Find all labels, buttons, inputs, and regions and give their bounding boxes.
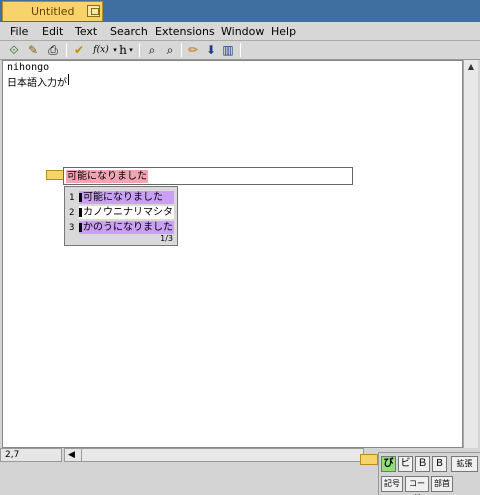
code-input-button[interactable]: コード [405, 476, 429, 495]
vertical-scrollbar[interactable]: ▲ [463, 60, 478, 448]
pencil-icon[interactable]: ✏ [186, 42, 200, 58]
menu-window[interactable]: Window [221, 25, 264, 38]
candidate-number: 1 [69, 193, 75, 203]
find-icon[interactable]: ⌕ [144, 42, 160, 58]
insert-icon[interactable]: ⬇ [204, 42, 218, 58]
menu-extensions[interactable]: Extensions [155, 25, 215, 38]
scroll-left-icon[interactable]: ◀ [68, 449, 75, 461]
candidate-number: 3 [69, 223, 75, 233]
candidate-item[interactable]: かのうになりました [79, 221, 174, 234]
ime-preedit-tag [46, 170, 64, 180]
menu-edit[interactable]: Edit [42, 25, 63, 38]
save-icon[interactable]: ✎ [24, 42, 42, 58]
radical-input-button[interactable]: 部首 [431, 476, 453, 492]
ime-palette-tag [360, 454, 378, 465]
candidate-marker [79, 193, 82, 202]
horizontal-scrollbar[interactable]: ◀ [64, 448, 364, 462]
text-cursor [68, 74, 69, 85]
scrollbar-divider [81, 449, 82, 461]
maximize-icon[interactable] [87, 5, 100, 17]
spellcheck-icon[interactable]: ✔ [72, 42, 86, 58]
toolbar-separator [139, 43, 140, 57]
print-icon[interactable]: ⎙ [45, 42, 61, 58]
chevron-down-icon[interactable]: ▾ [128, 42, 134, 58]
columns-icon[interactable]: ▥ [221, 42, 235, 58]
menu-search[interactable]: Search [110, 25, 148, 38]
text-editor[interactable]: nihongo 日本語入力が [2, 60, 463, 448]
menu-file[interactable]: File [10, 25, 28, 38]
menu-bar: File Edit Text Search Extensions Window … [0, 22, 480, 41]
candidate-number: 2 [69, 208, 75, 218]
menu-help[interactable]: Help [271, 25, 296, 38]
candidate-item[interactable]: カノウニナリマシタ [79, 206, 174, 219]
fullwidth-alpha-button[interactable]: Ｂ [415, 456, 430, 472]
hiragana-mode-button[interactable]: び [381, 456, 396, 472]
heading-icon[interactable]: h [118, 42, 128, 58]
ime-preedit-text: 可能になりました [66, 170, 148, 183]
menu-text[interactable]: Text [75, 25, 97, 38]
candidate-page-indicator: 1/3 [160, 234, 173, 243]
ime-candidate-window: 1 可能になりました 2 カノウニナリマシタ 3 かのうになりました 1/3 [64, 186, 178, 246]
toolbar-separator [240, 43, 241, 57]
title-bar: Untitled [0, 0, 480, 22]
find-next-icon[interactable]: ⌕ [162, 42, 178, 58]
scroll-up-icon[interactable]: ▲ [466, 62, 476, 72]
toolbar-separator [181, 43, 182, 57]
toolbar: ⟐ ✎ ⎙ ✔ f(x) ▾ h ▾ ⌕ ⌕ ✏ ⬇ ▥ [0, 41, 480, 60]
katakana-mode-button[interactable]: ビ [398, 456, 413, 472]
candidate-marker [79, 208, 82, 217]
halfwidth-alpha-button[interactable]: B [432, 456, 447, 472]
ime-palette: び ビ Ｂ B 拡張 記号 コード 部首 [378, 452, 480, 495]
candidate-text: カノウニナリマシタ [83, 207, 173, 218]
extension-button[interactable]: 拡張 [451, 456, 478, 472]
symbol-button[interactable]: 記号 [381, 476, 403, 492]
editor-line-1: nihongo [7, 62, 50, 73]
candidate-text: 可能になりました [83, 192, 163, 203]
candidate-marker [79, 223, 82, 232]
window-title: Untitled [31, 5, 75, 18]
window-title-tab[interactable]: Untitled [2, 1, 103, 21]
candidate-text: かのうになりました [83, 222, 173, 233]
line-column-indicator: 2,7 [0, 448, 62, 462]
candidate-item[interactable]: 可能になりました [79, 191, 174, 204]
ime-preedit-box: 可能になりました [63, 167, 353, 185]
function-icon[interactable]: f(x) [90, 42, 112, 58]
editor-line-2: 日本語入力が [7, 78, 67, 89]
open-icon[interactable]: ⟐ [6, 42, 22, 58]
status-bar: 2,7 ◀ び ビ Ｂ B 拡張 記号 コード 部首 [0, 448, 480, 495]
toolbar-separator [66, 43, 67, 57]
